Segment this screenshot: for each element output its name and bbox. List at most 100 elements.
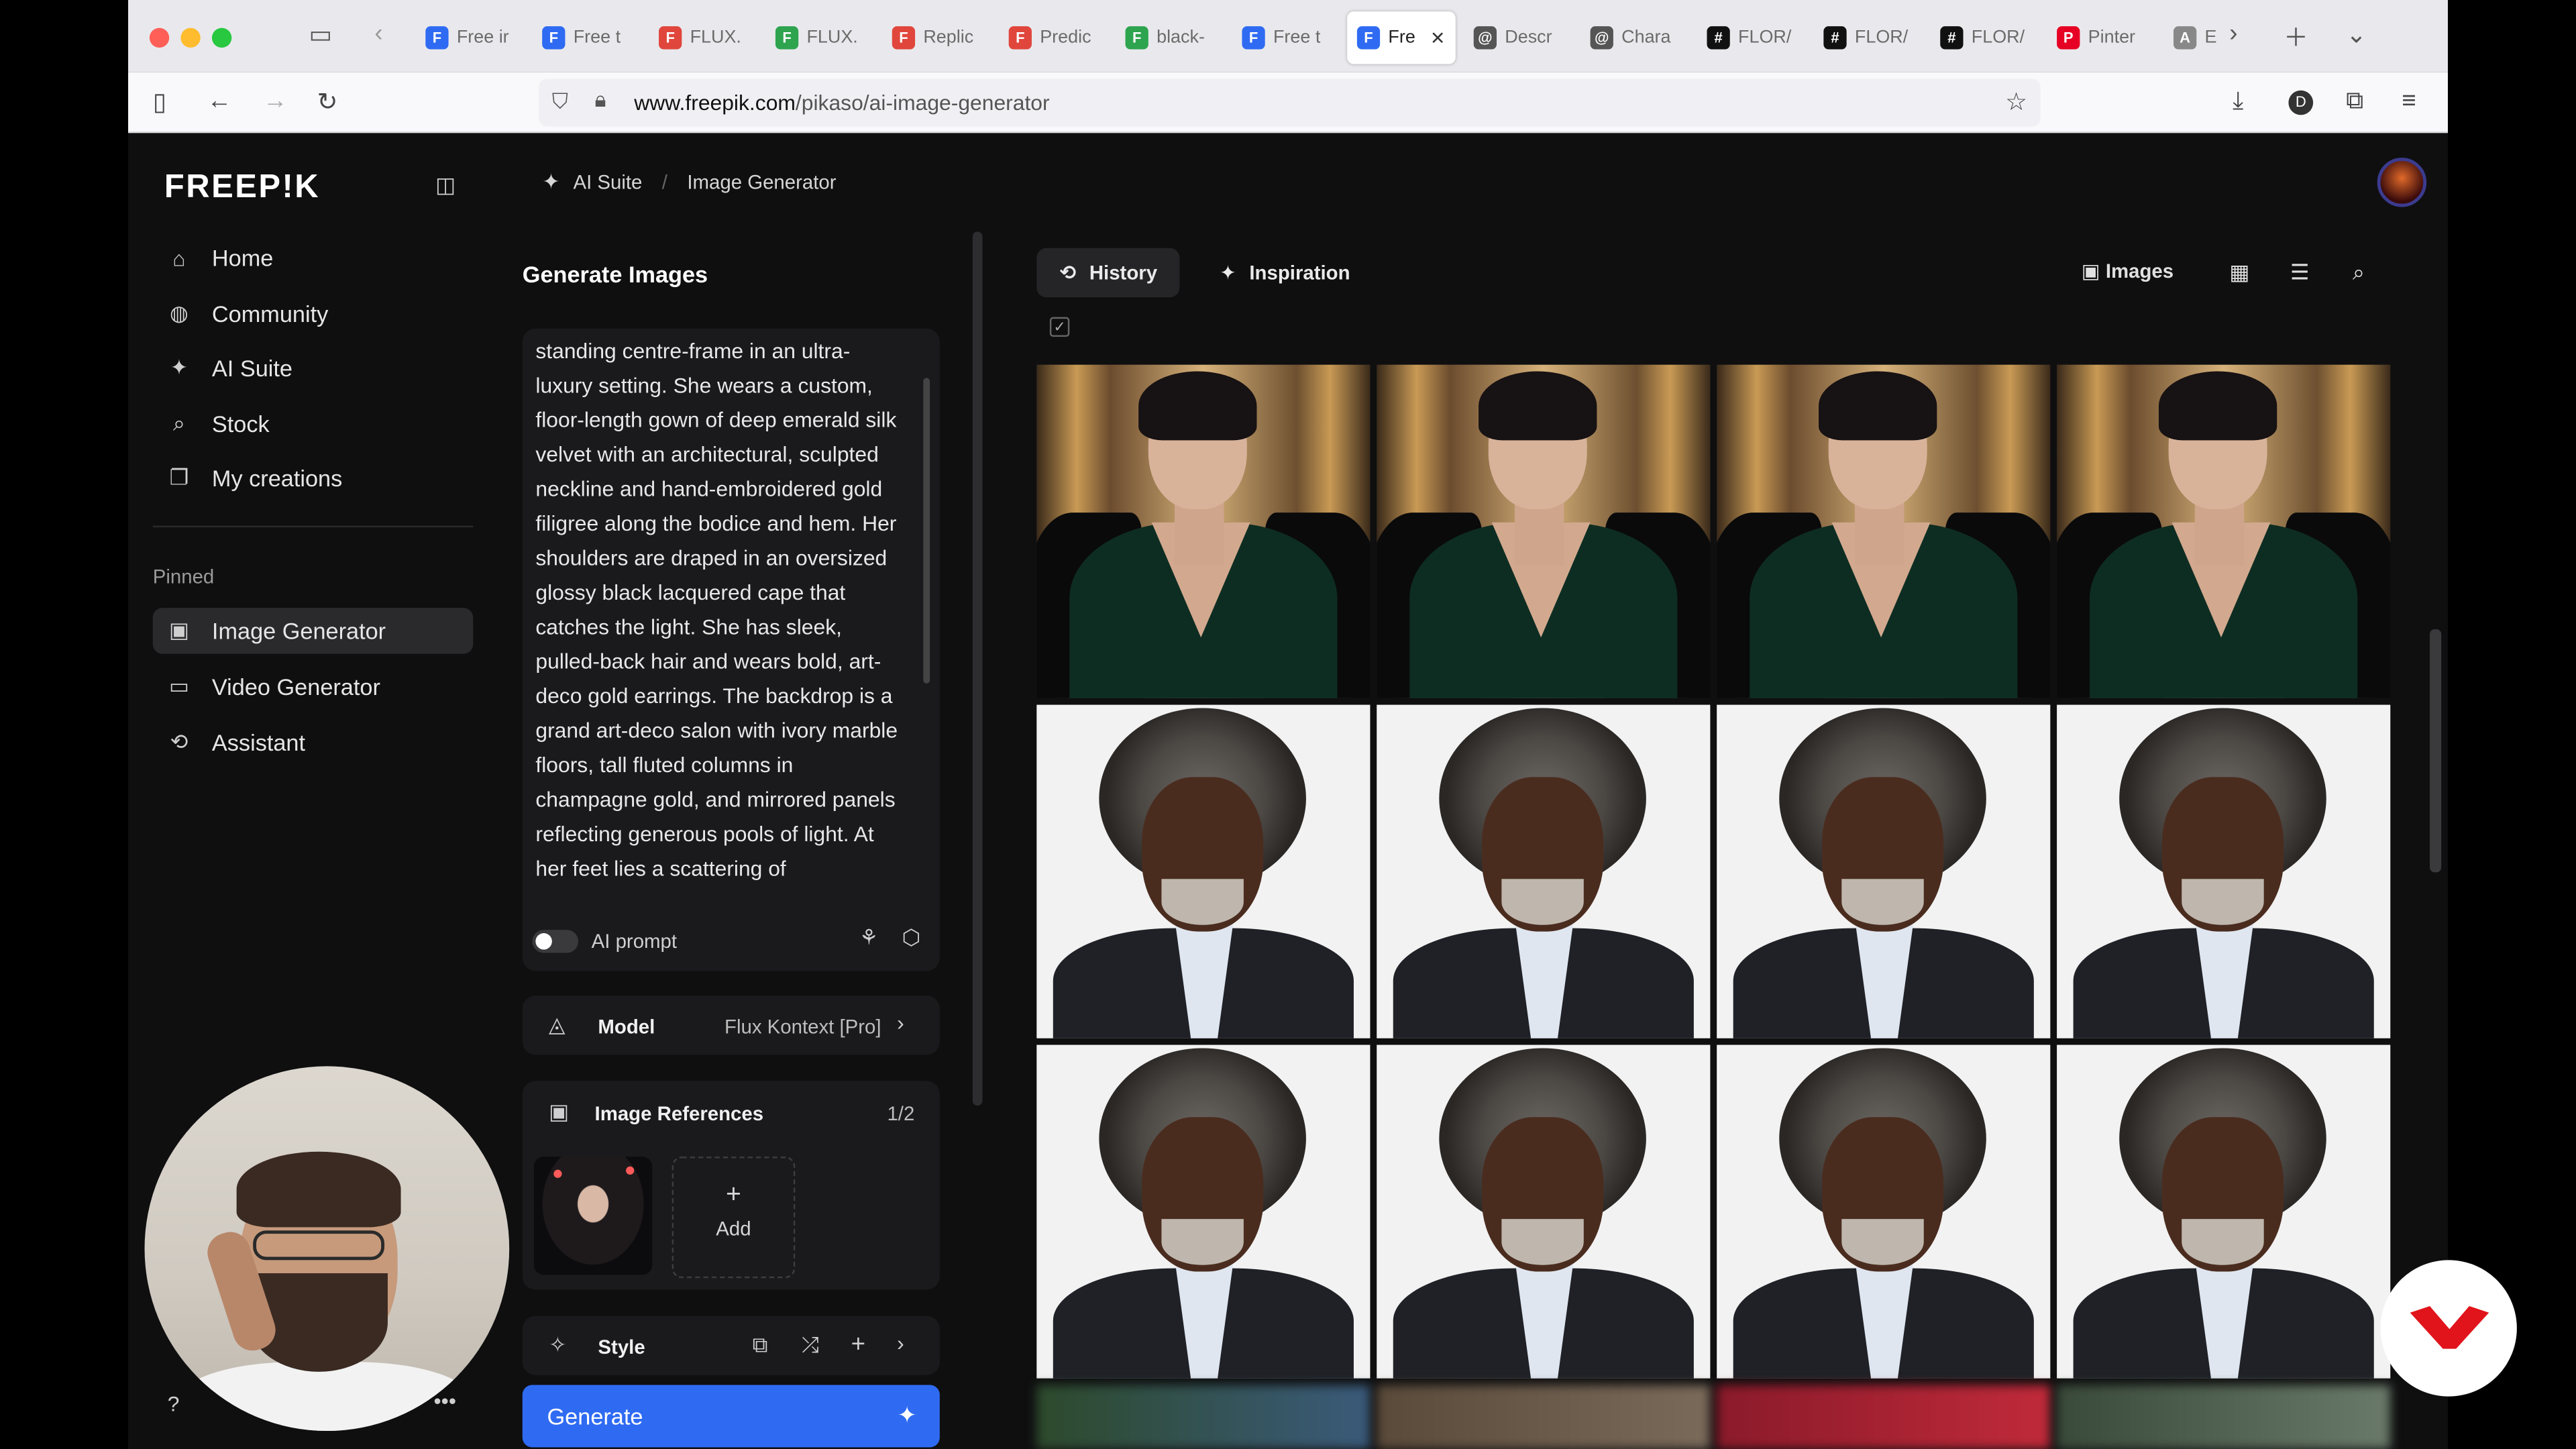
add-reference-button[interactable]: + Add	[672, 1157, 796, 1279]
style-gallery-icon[interactable]: ⧉	[753, 1332, 768, 1358]
browser-tab[interactable]: F Predic	[999, 11, 1104, 64]
model-selector[interactable]: ◬ Model Flux Kontext [Pro] ›	[522, 996, 940, 1055]
images-filter-button[interactable]: ▣ Images	[2082, 260, 2174, 282]
reload-icon[interactable]: ↻	[317, 87, 338, 117]
browser-tab[interactable]: F Free t	[1232, 11, 1338, 64]
reference-image-thumbnail[interactable]	[533, 1157, 653, 1275]
sidebar-item-community[interactable]: ◍ Community	[153, 290, 474, 337]
result-image-loading[interactable]	[1717, 1385, 2051, 1449]
account-icon[interactable]: D	[2288, 90, 2314, 115]
sidebar-item-stock[interactable]: ⌕ Stock	[153, 401, 474, 447]
new-tab-icon[interactable]: ＋	[2284, 19, 2308, 54]
results-scrollbar[interactable]	[2430, 629, 2442, 873]
bookmark-star-icon[interactable]: ☆	[2005, 87, 2027, 117]
browser-tab[interactable]: P Pinter	[2047, 11, 2152, 64]
sidebar-item-image-generator[interactable]: ▣ Image Generator	[152, 608, 474, 654]
tab-scroll-right-icon[interactable]: ›	[2229, 19, 2237, 48]
browser-tab[interactable]: AE	[2163, 11, 2219, 64]
tab-favicon-icon: F	[775, 26, 799, 50]
result-image-portrait-man[interactable]	[1717, 1044, 2051, 1379]
tab-favicon-icon: F	[1242, 26, 1265, 50]
collapse-sidebar-icon[interactable]: ◫	[435, 172, 455, 199]
prompt-scrollbar[interactable]	[923, 378, 930, 684]
browser-tab[interactable]: F Replic	[882, 11, 987, 64]
lock-icon[interactable]: 🔒︎	[595, 87, 606, 113]
result-image-portrait-man[interactable]	[1377, 1044, 1711, 1379]
result-image-loading[interactable]	[2057, 1385, 2391, 1449]
sidebar-item-video-generator[interactable]: ▭ Video Generator	[153, 663, 474, 710]
sidebar-item-ai-suite[interactable]: ✦ AI Suite	[153, 345, 474, 391]
ai-prompt-toggle[interactable]	[532, 930, 579, 953]
zoom-window-button[interactable]	[211, 28, 232, 48]
freepik-logo[interactable]: FREEP!K	[164, 169, 320, 207]
browser-tab[interactable]: # FLOR/	[1697, 11, 1803, 64]
result-image-loading[interactable]	[1377, 1385, 1711, 1449]
panel-scrollbar[interactable]	[972, 231, 983, 1106]
result-image-loading[interactable]	[1036, 1385, 1371, 1449]
result-image-portrait-man[interactable]	[1717, 704, 2051, 1038]
shield-icon[interactable]: ⛉	[552, 89, 568, 115]
add-style-icon[interactable]: +	[851, 1331, 865, 1359]
chevron-right-icon: ›	[897, 1010, 904, 1035]
result-image-portrait-man[interactable]	[2057, 704, 2391, 1038]
prompt-textarea[interactable]: standing centre-frame in an ultra-luxury…	[535, 333, 906, 885]
browser-tab[interactable]: F Free ir	[416, 11, 521, 64]
select-all-checkbox[interactable]: ✓	[1049, 317, 1070, 337]
result-image-portrait-man[interactable]	[2057, 1044, 2391, 1379]
menu-icon[interactable]: ≡	[2402, 87, 2416, 115]
tab-scroll-left-icon[interactable]: ‹	[374, 19, 382, 48]
tab-inspiration[interactable]: ✦ Inspiration	[1197, 248, 1373, 297]
plant-icon[interactable]: ⚘	[859, 925, 879, 951]
browser-tab[interactable]: @ Chara	[1580, 11, 1686, 64]
grid-view-icon[interactable]: ▦	[2229, 260, 2249, 286]
browser-tab-active[interactable]: F Fre ✕	[1347, 11, 1456, 64]
result-image-portrait-man[interactable]	[1036, 1044, 1371, 1379]
sidebar-item-label: Stock	[211, 411, 270, 437]
sidebar-toggle-icon[interactable]: ▯	[153, 87, 166, 117]
browser-tab[interactable]: # FLOR/	[1814, 11, 1919, 64]
result-image-portrait-man[interactable]	[1036, 704, 1371, 1038]
browser-tab[interactable]: F Free t	[532, 11, 637, 64]
tab-title: FLOR/	[1854, 28, 1909, 48]
result-image-emerald-gown[interactable]	[1717, 364, 2051, 698]
browser-tab[interactable]: F FLUX.	[649, 11, 754, 64]
sidebar-item-assistant[interactable]: ⟲ Assistant	[153, 720, 474, 766]
webcam-overlay	[144, 1066, 510, 1432]
tab-overview-icon[interactable]: ▭	[309, 19, 332, 50]
address-bar[interactable]: ⛉ 🔒︎ www.freepik.com/pikaso/ai-image-gen…	[539, 78, 2041, 127]
sidebar-item-my-creations[interactable]: ❐ My creations	[153, 455, 474, 501]
result-image-portrait-man[interactable]	[1377, 704, 1711, 1038]
close-window-button[interactable]	[149, 28, 170, 48]
tab-list-icon[interactable]: ⌄	[2346, 19, 2367, 50]
style-selector[interactable]: ✧ Style ⧉ ⤮ + ›	[522, 1316, 940, 1375]
search-icon[interactable]: ⌕	[2353, 260, 2365, 286]
tab-history[interactable]: ⟲ History	[1036, 248, 1181, 298]
result-image-emerald-gown[interactable]	[1377, 364, 1711, 698]
presenter-glasses	[253, 1230, 385, 1260]
downloads-icon[interactable]: ⤓	[2233, 87, 2243, 115]
browser-tab[interactable]: F FLUX.	[765, 11, 871, 64]
shuffle-icon[interactable]: ⤮	[802, 1332, 818, 1358]
image-references-label: Image References	[594, 1102, 764, 1126]
result-image-emerald-gown[interactable]	[1036, 364, 1371, 698]
sidebar-item-home[interactable]: ⌂ Home	[153, 235, 474, 281]
prompt-box[interactable]: standing centre-frame in an ultra-luxury…	[522, 328, 940, 971]
cube-icon[interactable]: ⬡	[902, 925, 920, 951]
filters-icon[interactable]: ☰	[2290, 260, 2310, 286]
forward-icon[interactable]: →	[263, 87, 288, 115]
result-image-emerald-gown[interactable]	[2057, 364, 2391, 698]
browser-tab[interactable]: @ Descr	[1464, 11, 1569, 64]
browser-tab[interactable]: Fblack-	[1116, 11, 1221, 64]
breadcrumb-ai-suite[interactable]: AI Suite	[573, 171, 642, 194]
user-avatar[interactable]	[2377, 158, 2427, 207]
chevron-right-icon[interactable]: ›	[897, 1331, 904, 1356]
extensions-icon[interactable]: ⧉	[2346, 87, 2363, 115]
image-references-count: 1/2	[887, 1102, 915, 1126]
tab-bar: ▭ ‹ F Free ir F Free t F FLUX. F FLUX. F Repl…	[128, 0, 2448, 72]
minimize-window-button[interactable]	[180, 28, 201, 48]
close-tab-icon[interactable]: ✕	[1430, 27, 1446, 48]
back-icon[interactable]: ←	[207, 87, 232, 115]
generate-button[interactable]: Generate ✦	[522, 1385, 940, 1448]
tab-title: black-	[1157, 28, 1205, 48]
browser-tab[interactable]: # FLOR/	[1931, 11, 2036, 64]
